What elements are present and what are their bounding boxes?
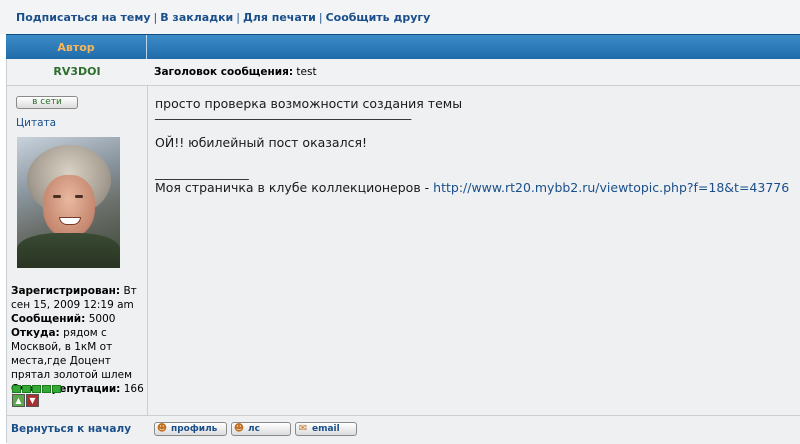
bookmark-link[interactable]: В закладки — [160, 11, 233, 24]
back-to-top-link[interactable]: Вернуться к началу — [11, 423, 131, 435]
users-icon: ☻ — [233, 423, 245, 434]
post-username[interactable]: RV3DOI — [7, 59, 147, 85]
signature: Моя страничка в клубе коллекционеров - h… — [155, 179, 795, 196]
email-button[interactable]: ✉ email — [295, 422, 357, 436]
post-text-rule: ________________________________________… — [155, 105, 412, 120]
subscribe-topic-link[interactable]: Подписаться на тему — [16, 11, 151, 24]
user-icon: ☻ — [156, 423, 168, 434]
post-header-row: RV3DOI Заголовок сообщения: test — [7, 59, 800, 86]
reputation-value: 166 — [123, 383, 144, 395]
user-info: Зарегистрирован: Вт сен 15, 2009 12:19 a… — [11, 284, 147, 396]
thumbs-down-icon[interactable]: ▼ — [26, 394, 39, 407]
post-table: RV3DOI Заголовок сообщения: test в сети … — [6, 59, 800, 444]
author-column-header: Автор — [6, 35, 147, 60]
posts-table-header: Автор — [6, 34, 800, 60]
signature-rule: _______________ — [155, 165, 249, 180]
quote-link[interactable]: Цитата — [16, 117, 56, 129]
post-footer-row: Вернуться к началу ☻ профиль ☻ лс ✉ email — [7, 415, 800, 444]
online-status-button[interactable]: в сети — [16, 96, 78, 109]
post-body: просто проверка возможности создания тем… — [155, 95, 795, 196]
registered-label: Зарегистрирован: — [11, 285, 121, 297]
avatar — [17, 137, 120, 268]
subject-label: Заголовок сообщения: — [154, 66, 294, 78]
subject-value: test — [296, 66, 317, 78]
signature-text: Моя страничка в клубе коллекционеров - — [155, 180, 434, 195]
signature-link[interactable]: http://www.rt20.mybb2.ru/viewtopic.php?f… — [433, 180, 789, 195]
separator: | — [236, 11, 240, 24]
thumbs-up-icon[interactable]: ▲ — [12, 394, 25, 407]
reputation-bar — [12, 383, 62, 393]
profile-buttons: ☻ профиль ☻ лс ✉ email — [154, 421, 361, 436]
profile-button[interactable]: ☻ профиль — [154, 422, 227, 436]
from-label: Откуда: — [11, 327, 60, 339]
post-subject: Заголовок сообщения: test — [154, 59, 317, 85]
separator: | — [318, 11, 323, 24]
topic-actions-bar: Подписаться на тему | В закладки | Для печат… — [0, 0, 800, 34]
post-text-line: ОЙ!! юбилейный пост оказался! — [155, 135, 367, 150]
messages-value: 5000 — [88, 313, 116, 325]
email-friend-link[interactable]: Сообщить другу — [326, 11, 431, 24]
pm-button[interactable]: ☻ лс — [231, 422, 291, 436]
messages-label: Сообщений: — [11, 313, 86, 325]
separator: | — [153, 11, 158, 24]
reputation-buttons: ▲ ▼ — [12, 393, 40, 407]
envelope-icon: ✉ — [298, 423, 308, 434]
print-link[interactable]: Для печати — [243, 11, 316, 24]
